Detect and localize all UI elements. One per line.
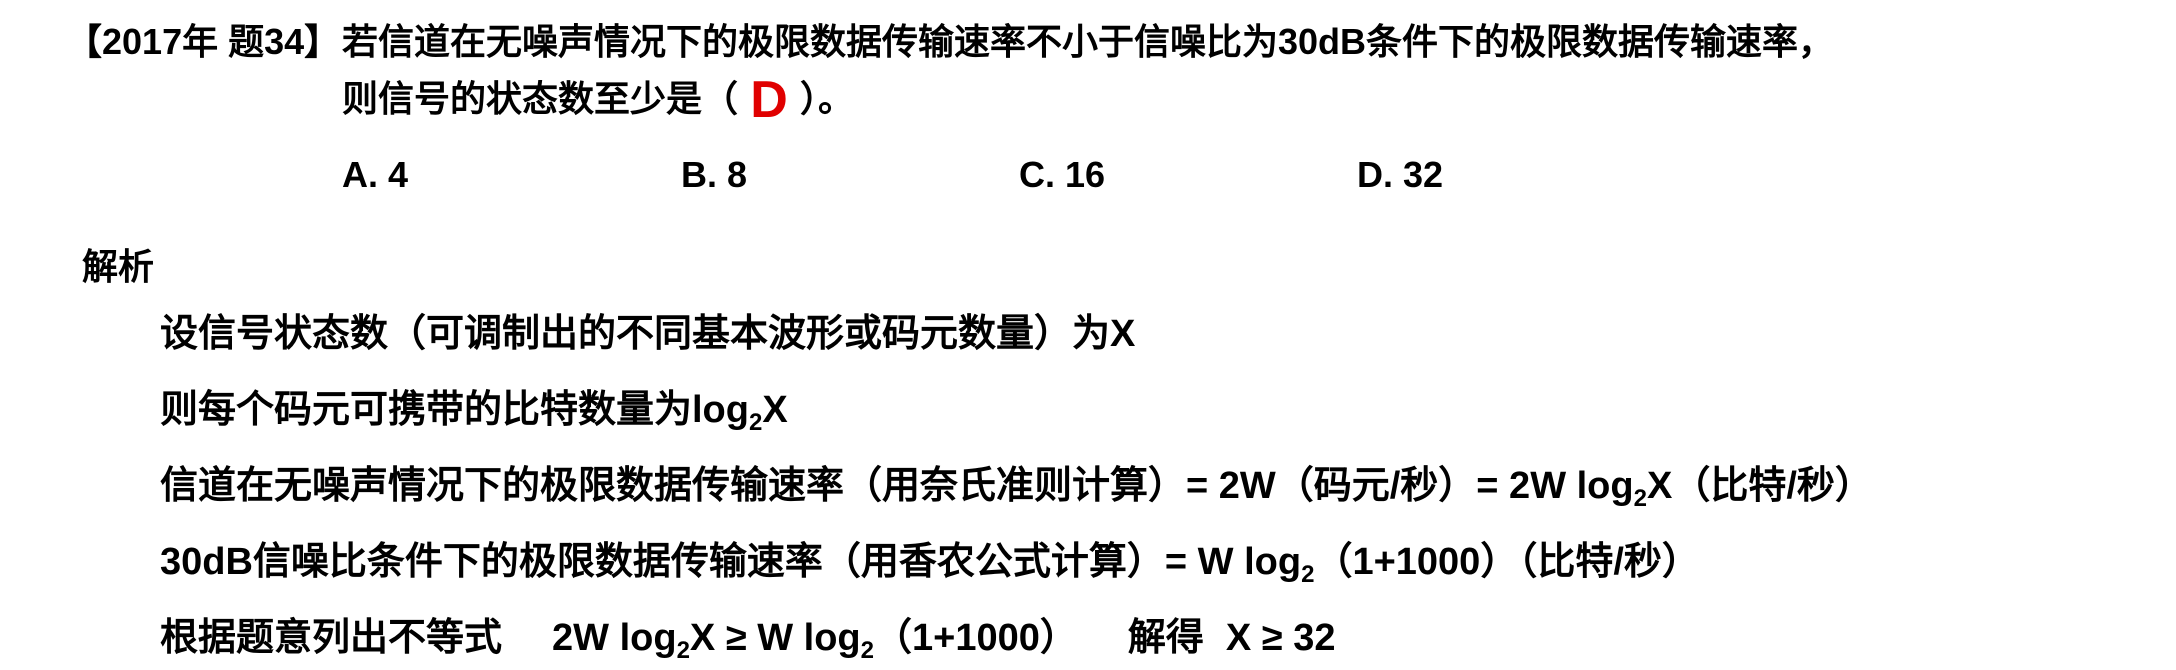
option-d: D. 32 bbox=[1357, 154, 1444, 195]
question-tag: 【2017年 题34】 bbox=[66, 21, 341, 62]
inequality-part-b: X ≥ W log bbox=[689, 617, 861, 659]
inequality-subscript-2: 2 bbox=[860, 637, 875, 664]
analysis-line-3: 信道在无噪声情况下的极限数据传输速率（用奈氏准则计算）= 2W（码元/秒）= 2… bbox=[160, 454, 1873, 512]
line2-tail: X bbox=[762, 389, 788, 431]
analysis-line-2: 则每个码元可携带的比特数量为log2X bbox=[160, 378, 788, 436]
line4-text: 30dB信噪比条件下的极限数据传输速率（用香农公式计算）= W log bbox=[160, 541, 1302, 583]
option-a: A. 4 bbox=[342, 154, 409, 195]
question-text-line1: 若信道在无噪声情况下的极限数据传输速率不小于信噪比为30dB条件下的极限数据传输… bbox=[342, 21, 1835, 62]
analysis-title: 解析 bbox=[82, 246, 155, 287]
line5-text: 根据题意列出不等式 bbox=[160, 617, 503, 659]
inequality-subscript-1: 2 bbox=[676, 637, 690, 664]
question-text-line2-after: ）。 bbox=[800, 78, 855, 119]
inequality-part-c: （1+1000） bbox=[874, 617, 1078, 659]
line4-subscript: 2 bbox=[1301, 561, 1315, 588]
answer-blank: D bbox=[738, 72, 800, 126]
answer-letter: D bbox=[750, 71, 788, 129]
line3-subscript: 2 bbox=[1633, 485, 1647, 512]
solve-label: 解得 bbox=[1127, 617, 1204, 659]
option-c: C. 16 bbox=[1019, 154, 1106, 195]
solve-result: X ≥ 32 bbox=[1225, 617, 1336, 659]
question-text-line2-before: 则信号的状态数至少是（ bbox=[342, 78, 739, 119]
line2-subscript: 2 bbox=[748, 409, 763, 436]
analysis-line-1: 设信号状态数（可调制出的不同基本波形或码元数量）为X bbox=[160, 313, 1136, 355]
inequality-part-a: 2W log bbox=[552, 617, 677, 659]
question-text-line2: 则信号的状态数至少是（ D ）。 bbox=[342, 72, 855, 126]
analysis-line-4: 30dB信噪比条件下的极限数据传输速率（用香农公式计算）= W log2（1+1… bbox=[160, 530, 1700, 588]
line4-tail: （1+1000）（比特/秒） bbox=[1314, 541, 1700, 583]
line2-text: 则每个码元可携带的比特数量为log bbox=[160, 389, 749, 431]
line3-text: 信道在无噪声情况下的极限数据传输速率（用奈氏准则计算）= 2W（码元/秒）= 2… bbox=[160, 465, 1634, 507]
option-b: B. 8 bbox=[681, 154, 748, 195]
line3-tail: X（比特/秒） bbox=[1646, 465, 1873, 507]
analysis-line-5: 根据题意列出不等式 2W log2X ≥ W log2（1+1000） 解得 X ≥ … bbox=[160, 606, 1336, 664]
